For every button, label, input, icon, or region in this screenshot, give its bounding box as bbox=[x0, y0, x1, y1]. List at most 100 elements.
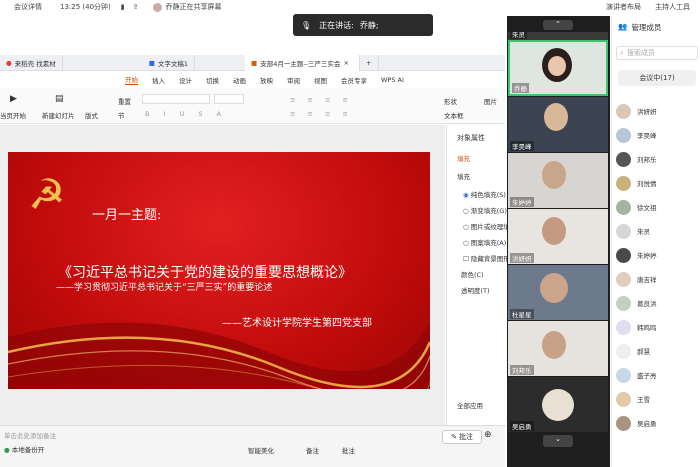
apply-all-button[interactable]: 全部应用 bbox=[457, 400, 483, 410]
avatar bbox=[616, 175, 631, 191]
new-slide-icon[interactable]: ▤ bbox=[55, 94, 64, 104]
avatar bbox=[616, 271, 631, 287]
participant-row[interactable]: 洪妍妍 bbox=[616, 102, 657, 120]
format-icons[interactable]: B I U S A bbox=[145, 110, 227, 118]
participant-row[interactable]: 盛子亮 bbox=[616, 366, 657, 384]
shape-button[interactable]: 形状 bbox=[444, 96, 457, 106]
participant-label: 朱婷婷 bbox=[637, 252, 657, 260]
meeting-details-link[interactable]: 会议详情 bbox=[14, 2, 42, 12]
mic-icon: 🎙 bbox=[301, 20, 312, 30]
slide[interactable]: ☭ 一月一主题: 《习近平总书记关于党的建设的重要思想概论》 ——学习贯彻习近平… bbox=[8, 152, 430, 389]
participant-row[interactable]: 徐文祖 bbox=[616, 198, 657, 216]
smart-beautify-button[interactable]: 智能美化 bbox=[248, 445, 274, 455]
zoom-icon[interactable]: ⊕ bbox=[484, 430, 492, 440]
font-select[interactable] bbox=[142, 94, 210, 104]
scroll-down-button[interactable]: ⌄ bbox=[543, 435, 573, 447]
new-slide-button[interactable]: 新建幻灯片 bbox=[42, 110, 75, 120]
video-tile[interactable]: 洪妍妍 bbox=[508, 209, 608, 264]
video-tile[interactable]: 杜星星 bbox=[508, 265, 608, 320]
float-annotate-button[interactable]: ✎ 批注 bbox=[442, 430, 482, 444]
participant-label: 李昊峰 bbox=[637, 132, 657, 140]
participant-name: 李昊峰 bbox=[510, 141, 534, 151]
fill-gradient-option[interactable]: ○ 渐变填充(G) bbox=[463, 205, 507, 215]
video-tile[interactable]: 刘邦乐 bbox=[508, 321, 608, 376]
participant-row[interactable]: 李昊峰 bbox=[616, 126, 657, 144]
participant-row[interactable]: 韩鸣鸣 bbox=[616, 318, 657, 336]
menu-view[interactable]: 视图 bbox=[314, 75, 327, 85]
option-label: 纯色填充(S) bbox=[470, 191, 506, 199]
slide-heading: 一月一主题: bbox=[92, 208, 162, 223]
section-button[interactable]: 节 bbox=[118, 110, 125, 120]
video-tile[interactable]: 朱婷婷 bbox=[508, 153, 608, 208]
font-size-select[interactable] bbox=[214, 94, 244, 104]
tab-doc[interactable]: ■ 文字文稿1 bbox=[143, 54, 196, 71]
share-icon[interactable]: ⇪ bbox=[133, 3, 139, 11]
video-tile[interactable]: 朱灵 bbox=[508, 32, 608, 40]
video-tile[interactable]: 吴启勇 bbox=[508, 377, 608, 432]
reset-button[interactable]: 重置 bbox=[118, 96, 131, 106]
menu-slideshow[interactable]: 放映 bbox=[260, 75, 273, 85]
host-tools-button[interactable]: 主持人工具 bbox=[655, 2, 690, 12]
tab-daoke[interactable]: ● 来稻壳 找素材 bbox=[0, 54, 63, 71]
video-tile[interactable]: 李昊峰 bbox=[508, 97, 608, 152]
participants-panel: 👥 管理成员 ⌕ 搜索成员 会议中(17) 洪妍妍 李昊峰 刘邦乐 刘悦情 徐文祖 … bbox=[611, 16, 700, 467]
participant-label: 韩鸣鸣 bbox=[637, 324, 657, 332]
align-icons[interactable]: ≡ ≡ ≡ ≡ bbox=[290, 110, 353, 118]
participant-avatar bbox=[542, 389, 574, 421]
option-label: 图案填充(A) bbox=[470, 239, 507, 247]
layout-button[interactable]: 版式 bbox=[85, 110, 98, 120]
notes-button[interactable]: 备注 bbox=[306, 445, 319, 455]
participant-label: 唐吉祥 bbox=[637, 276, 657, 284]
textbox-button[interactable]: 文本框 bbox=[444, 110, 464, 120]
participant-row[interactable]: 王雪 bbox=[616, 390, 650, 408]
fill-tab[interactable]: 填充 bbox=[457, 153, 470, 163]
menu-vip[interactable]: 会员专享 bbox=[341, 75, 367, 85]
video-column: ⌃ 朱灵 乔静 李昊峰 朱婷婷 洪妍妍 杜星星 刘邦乐 吴启勇 ⌄ bbox=[507, 16, 610, 467]
participant-label: 郝慧 bbox=[637, 348, 650, 356]
participant-row[interactable]: 葛良洪 bbox=[616, 294, 657, 312]
member-search-input[interactable]: ⌕ 搜索成员 bbox=[616, 46, 698, 60]
menu-home[interactable]: 开始 bbox=[125, 74, 138, 85]
participant-row[interactable]: 朱婷婷 bbox=[616, 246, 657, 264]
ribbon-toolbar: ▶ 当页开始 ▤ 新建幻灯片 版式 重置 节 B I U S A ≡ ≡ ≡ ≡… bbox=[0, 88, 505, 124]
annotate-button[interactable]: 批注 bbox=[342, 445, 355, 455]
picture-button[interactable]: 图片 bbox=[484, 96, 497, 106]
participant-row[interactable]: 唐吉祥 bbox=[616, 270, 657, 288]
menu-review[interactable]: 审阅 bbox=[287, 75, 300, 85]
notes-hint[interactable]: 单击此处添加备注 bbox=[4, 430, 56, 440]
fill-section[interactable]: 填充 bbox=[457, 171, 470, 181]
option-label: 渐变填充(G) bbox=[470, 207, 507, 215]
play-icon[interactable]: ▶ bbox=[10, 94, 17, 104]
participant-row[interactable]: 刘悦情 bbox=[616, 174, 657, 192]
speaker-label: 正在讲话: bbox=[319, 20, 354, 30]
paragraph-icons[interactable]: ≡ ≡ ≡ ≡ bbox=[290, 96, 353, 104]
participant-row[interactable]: 郝慧 bbox=[616, 342, 650, 360]
in-meeting-tab[interactable]: 会议中(17) bbox=[618, 70, 696, 86]
participant-row[interactable]: 吴启勇 bbox=[616, 414, 657, 432]
menu-animation[interactable]: 动画 bbox=[233, 75, 246, 85]
close-icon[interactable]: × bbox=[344, 59, 349, 67]
participant-row[interactable]: 刘邦乐 bbox=[616, 150, 657, 168]
object-properties-pane: 对象属性 填充 填充 ◉ 纯色填充(S) ○ 渐变填充(G) ○ 图片或纹理填充… bbox=[446, 125, 516, 425]
participant-face bbox=[540, 273, 568, 303]
menu-insert[interactable]: 插入 bbox=[152, 75, 165, 85]
scroll-up-button[interactable]: ⌃ bbox=[543, 20, 573, 30]
layout-button[interactable]: 演讲者布局 bbox=[606, 2, 641, 12]
tab-presentation[interactable]: ■ 支部4月一主题--三严三实会 × bbox=[245, 54, 361, 71]
avatar bbox=[616, 151, 631, 167]
menu-transition[interactable]: 切换 bbox=[206, 75, 219, 85]
transparency-label: 透明度(T) bbox=[461, 287, 490, 295]
new-tab-button[interactable]: + bbox=[360, 54, 379, 71]
menu-design[interactable]: 设计 bbox=[179, 75, 192, 85]
fill-pattern-option[interactable]: ○ 图案填充(A) bbox=[463, 237, 506, 247]
hide-bg-checkbox[interactable]: ☐ 隐藏背景图形 bbox=[463, 253, 510, 263]
participant-face bbox=[544, 103, 568, 131]
play-from-current-button[interactable]: 当页开始 bbox=[0, 110, 26, 120]
backup-status[interactable]: ● 本地备份开 bbox=[4, 444, 44, 454]
avatar bbox=[616, 343, 631, 359]
menu-wps-ai[interactable]: WPS AI bbox=[381, 76, 404, 84]
participant-label: 盛子亮 bbox=[637, 372, 657, 380]
video-tile-active[interactable]: 乔静 bbox=[508, 40, 608, 96]
fill-solid-option[interactable]: ◉ 纯色填充(S) bbox=[463, 189, 506, 199]
participant-row[interactable]: 朱灵 bbox=[616, 222, 650, 240]
